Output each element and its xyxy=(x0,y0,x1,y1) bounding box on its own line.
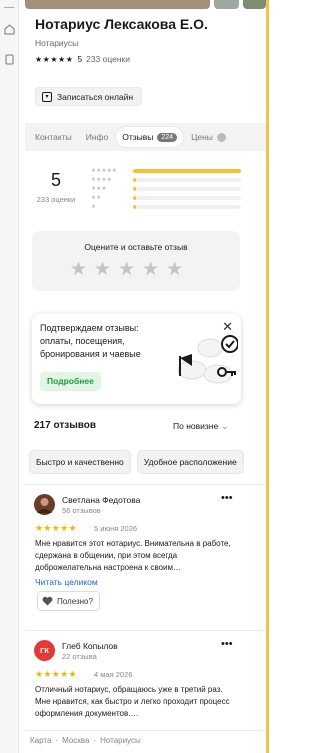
reviews-count-heading: 217 отзывов xyxy=(34,420,97,431)
distribution-bar xyxy=(133,186,241,191)
tab-label: Инфо xyxy=(85,132,109,142)
distribution-row: ★★★★ xyxy=(91,175,241,184)
rating-stars-icon: ★★★★★ xyxy=(35,54,74,64)
review-text: Отличный нотариус, обращаюсь уже в трети… xyxy=(35,685,230,718)
reviewer-name[interactable]: Глеб Копылов xyxy=(62,641,118,651)
rating-value: 5 xyxy=(77,54,83,64)
distribution-stars: ★★★★★ xyxy=(91,167,118,174)
summary-rating: 5 xyxy=(50,170,61,190)
calendar-icon: ▾ xyxy=(42,91,52,102)
chip-location[interactable]: Удобное расположение xyxy=(136,450,244,474)
distribution-bar-fill xyxy=(133,204,136,209)
sort-dropdown[interactable]: По новизне ⌄ xyxy=(173,421,228,432)
review-stars: ★★★★★ xyxy=(35,523,77,533)
distribution-bar xyxy=(133,177,241,182)
distribution-bar xyxy=(133,195,241,200)
business-name: Нотариус Лексакова Е.О. xyxy=(35,16,208,32)
divider xyxy=(25,730,266,731)
sort-label: По новизне xyxy=(173,421,219,431)
chevron-down-icon: ⌄ xyxy=(221,421,229,431)
book-online-label: Записаться онлайн xyxy=(57,91,134,102)
summary-count: 233 оценки xyxy=(36,195,76,204)
more-options-icon[interactable]: ••• xyxy=(221,492,233,504)
distribution-row: ★★ xyxy=(91,193,241,202)
distribution-bar xyxy=(133,204,241,209)
tab-contacts[interactable]: Контакты xyxy=(29,127,78,147)
distribution-row: ★★★★★ xyxy=(91,166,241,175)
distribution-bar xyxy=(133,168,241,173)
reviewer-name[interactable]: Светлана Федотова xyxy=(62,495,140,505)
rail-icon-bottom[interactable] xyxy=(0,54,18,68)
photo-thumb[interactable] xyxy=(25,0,210,9)
distribution-row: ★★★ xyxy=(91,184,241,193)
distribution-bar-fill xyxy=(133,168,241,173)
more-icon xyxy=(216,132,226,142)
rating-line[interactable]: ★★★★★ 5 233 оценки xyxy=(35,54,130,64)
distribution-row: ★ xyxy=(91,202,241,211)
divider xyxy=(25,484,266,485)
photo-thumb[interactable] xyxy=(243,0,266,9)
scrollbar[interactable] xyxy=(266,0,269,753)
heart-icon xyxy=(42,596,53,606)
tab-label: Цены xyxy=(191,132,213,142)
review-date: 4 мая 2026 xyxy=(94,670,133,679)
avatar[interactable]: ГК xyxy=(34,640,55,661)
verified-reviews-promo: Подтверждаем отзывы: оплаты, посещения, … xyxy=(32,314,241,404)
distribution-bar-fill xyxy=(133,186,136,191)
left-rail: — xyxy=(0,0,19,753)
home-icon[interactable] xyxy=(0,24,18,38)
divider xyxy=(25,630,266,631)
business-category[interactable]: Нотариусы xyxy=(35,38,78,48)
avatar[interactable] xyxy=(34,494,55,515)
rail-icon-top[interactable]: — xyxy=(0,2,18,13)
photo-thumb[interactable] xyxy=(214,0,239,9)
distribution-stars: ★★★ xyxy=(91,185,107,192)
ratings-count: 233 оценки xyxy=(86,54,131,64)
promo-more-button[interactable]: Подробнее xyxy=(40,372,101,391)
breadcrumb-separator: · xyxy=(93,736,97,745)
place-card-panel: Нотариус Лексакова Е.О. Нотариусы ★★★★★ … xyxy=(25,0,266,753)
tab-info[interactable]: Инфо xyxy=(80,127,115,147)
useful-button[interactable]: Полезно? xyxy=(37,591,100,611)
distribution-bar-fill xyxy=(133,195,136,200)
review-tag-chips: Быстро и качественно Удобное расположени… xyxy=(29,450,266,474)
distribution-bar-fill xyxy=(133,177,136,182)
rate-prompt: Оцените и оставьте отзыв xyxy=(84,242,188,252)
distribution-stars: ★★ xyxy=(91,194,102,201)
rating-distribution: ★★★★★ ★★★★ ★★★ ★★ ★ xyxy=(91,166,241,211)
breadcrumb-item[interactable]: Москва xyxy=(62,736,89,745)
breadcrumb-item[interactable]: Карта xyxy=(30,736,51,745)
breadcrumb: Карта · Москва · Нотариусы xyxy=(30,736,141,745)
reviewer-review-count: 22 отзыва xyxy=(62,652,97,661)
rate-box: Оцените и оставьте отзыв ★★★★★ xyxy=(32,231,240,291)
tab-reviews[interactable]: Отзывы 224 xyxy=(116,127,184,147)
distribution-stars: ★★★★ xyxy=(91,176,112,183)
review-text: Мне нравится этот нотариус. Внимательна … xyxy=(35,539,231,572)
tab-label: Отзывы xyxy=(122,132,154,142)
useful-label: Полезно? xyxy=(57,596,93,606)
tab-label: Контакты xyxy=(35,132,72,142)
tab-prices[interactable]: Цены xyxy=(185,127,232,147)
read-all-link[interactable]: Читать целиком xyxy=(35,577,98,587)
breadcrumb-item[interactable]: Нотариусы xyxy=(100,736,141,745)
verified-illustration-icon xyxy=(177,335,238,384)
photo-strip[interactable] xyxy=(25,0,266,9)
reviewer-review-count: 56 отзывов xyxy=(62,506,101,515)
breadcrumb-separator: · xyxy=(55,736,59,745)
review-stars: ★★★★★ xyxy=(35,669,77,679)
reviews-count-badge: 224 xyxy=(157,132,178,142)
promo-text: Подтверждаем отзывы: оплаты, посещения, … xyxy=(40,323,141,359)
tab-bar: Контакты Инфо Отзывы 224 Цены xyxy=(25,123,266,151)
chip-fast-quality[interactable]: Быстро и качественно xyxy=(29,450,131,474)
more-options-icon[interactable]: ••• xyxy=(221,638,233,650)
book-online-button[interactable]: ▾ Записаться онлайн xyxy=(35,87,143,106)
review-date: 5 июня 2026 xyxy=(94,524,138,533)
distribution-stars: ★ xyxy=(91,203,97,210)
rate-stars-input[interactable]: ★★★★★ xyxy=(70,258,190,281)
